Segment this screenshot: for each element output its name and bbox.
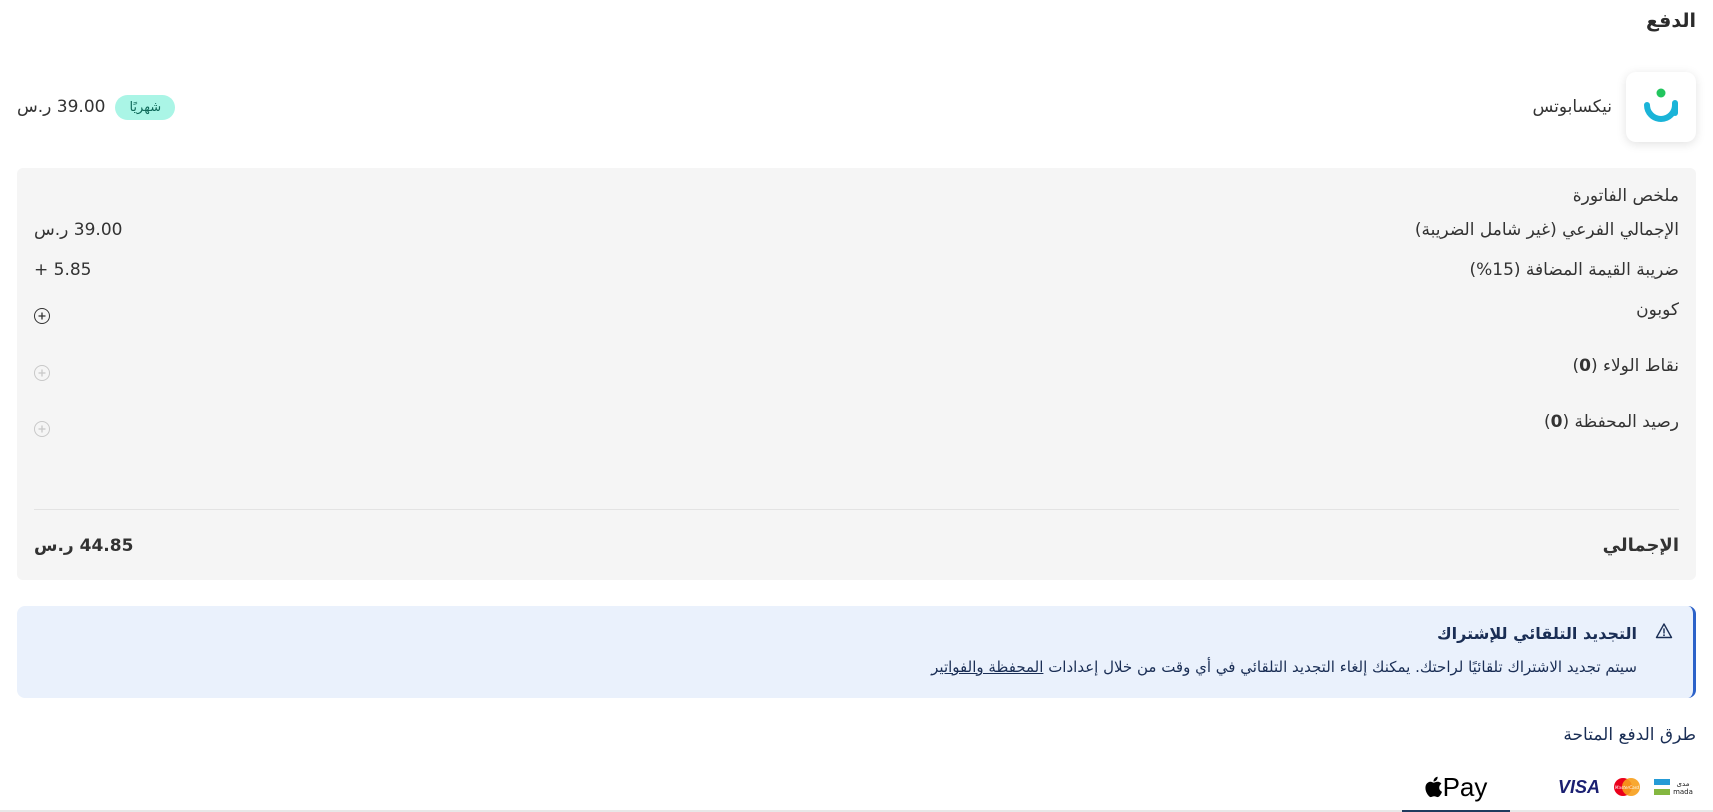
coupon-label: كوبون [1636, 300, 1679, 320]
tab-apple-pay[interactable]: Pay [1402, 764, 1510, 812]
svg-text:مدى: مدى [1677, 780, 1690, 788]
add-loyalty-points-button[interactable] [34, 365, 50, 381]
mada-logo-icon: مدى mada [1654, 779, 1693, 796]
plus-icon [38, 369, 46, 377]
subtotal-row: الإجمالي الفرعي (غير شامل الضريبة) 39.00… [34, 220, 1679, 240]
plus-icon [38, 425, 46, 433]
vat-value: + 5.85 [34, 260, 92, 280]
apple-pay-label: Pay [1442, 771, 1488, 802]
payment-method-tabs: مدى mada MasterCard VISA Pay [0, 764, 1713, 812]
summary-divider [34, 509, 1679, 510]
banner-title: التجديد التلقائي للإشتراك [1437, 624, 1637, 643]
payment-methods-title: طرق الدفع المتاحة [1563, 725, 1696, 745]
loyalty-points-count: 0 [1579, 356, 1591, 376]
wallet-billing-link[interactable]: المحفظة والفواتير [931, 658, 1043, 676]
checkout-page: الدفع نيكسابوتس شهريًا 39.00 ر.س ملخص ال… [0, 0, 1713, 812]
vat-row: ضريبة القيمة المضافة (15%) + 5.85 [34, 260, 1679, 280]
summary-title: ملخص الفاتورة [1572, 186, 1679, 206]
auto-renew-banner: التجديد التلقائي للإشتراك سيتم تجديد الا… [17, 606, 1696, 698]
plus-icon [38, 312, 46, 320]
product-price-value: 39.00 ر.س [17, 97, 106, 117]
invoice-summary: ملخص الفاتورة الإجمالي الفرعي (غير شامل … [17, 168, 1696, 580]
product-price: شهريًا 39.00 ر.س [17, 94, 176, 120]
svg-text:mada: mada [1673, 788, 1693, 796]
banner-text: سيتم تجديد الاشتراك تلقائيًا لراحتك. يمك… [931, 658, 1637, 676]
tab-cards[interactable]: مدى mada MasterCard VISA [1558, 772, 1696, 802]
wallet-balance-count: 0 [1550, 412, 1563, 432]
apple-icon [1425, 776, 1442, 798]
subtotal-label: الإجمالي الفرعي (غير شامل الضريبة) [1414, 220, 1679, 240]
loyalty-points-label: نقاط الولاء (0) [1572, 356, 1679, 376]
subtotal-value: 39.00 ر.س [34, 220, 123, 240]
warning-icon [1655, 623, 1673, 639]
billing-period-badge: شهريًا [115, 94, 176, 120]
product-logo [1626, 72, 1696, 142]
wallet-balance-label: رصيد المحفظة (0) [1544, 412, 1679, 432]
product-name: نيكسابوتس [1532, 97, 1612, 117]
nixabots-logo-icon [1644, 88, 1678, 122]
add-coupon-button[interactable] [34, 308, 50, 324]
mastercard-logo-icon: MasterCard [1614, 778, 1640, 796]
total-value: 44.85 ر.س [34, 535, 134, 556]
svg-text:MasterCard: MasterCard [1615, 785, 1640, 790]
total-label: الإجمالي [1602, 535, 1679, 556]
product-row: نيكسابوتس شهريًا 39.00 ر.س [17, 72, 1696, 142]
page-title: الدفع [1645, 10, 1696, 32]
add-wallet-balance-button[interactable] [34, 421, 50, 437]
visa-logo-icon: VISA [1557, 776, 1600, 797]
vat-label: ضريبة القيمة المضافة (15%) [1469, 260, 1679, 280]
total-row: الإجمالي 44.85 ر.س [34, 535, 1679, 556]
